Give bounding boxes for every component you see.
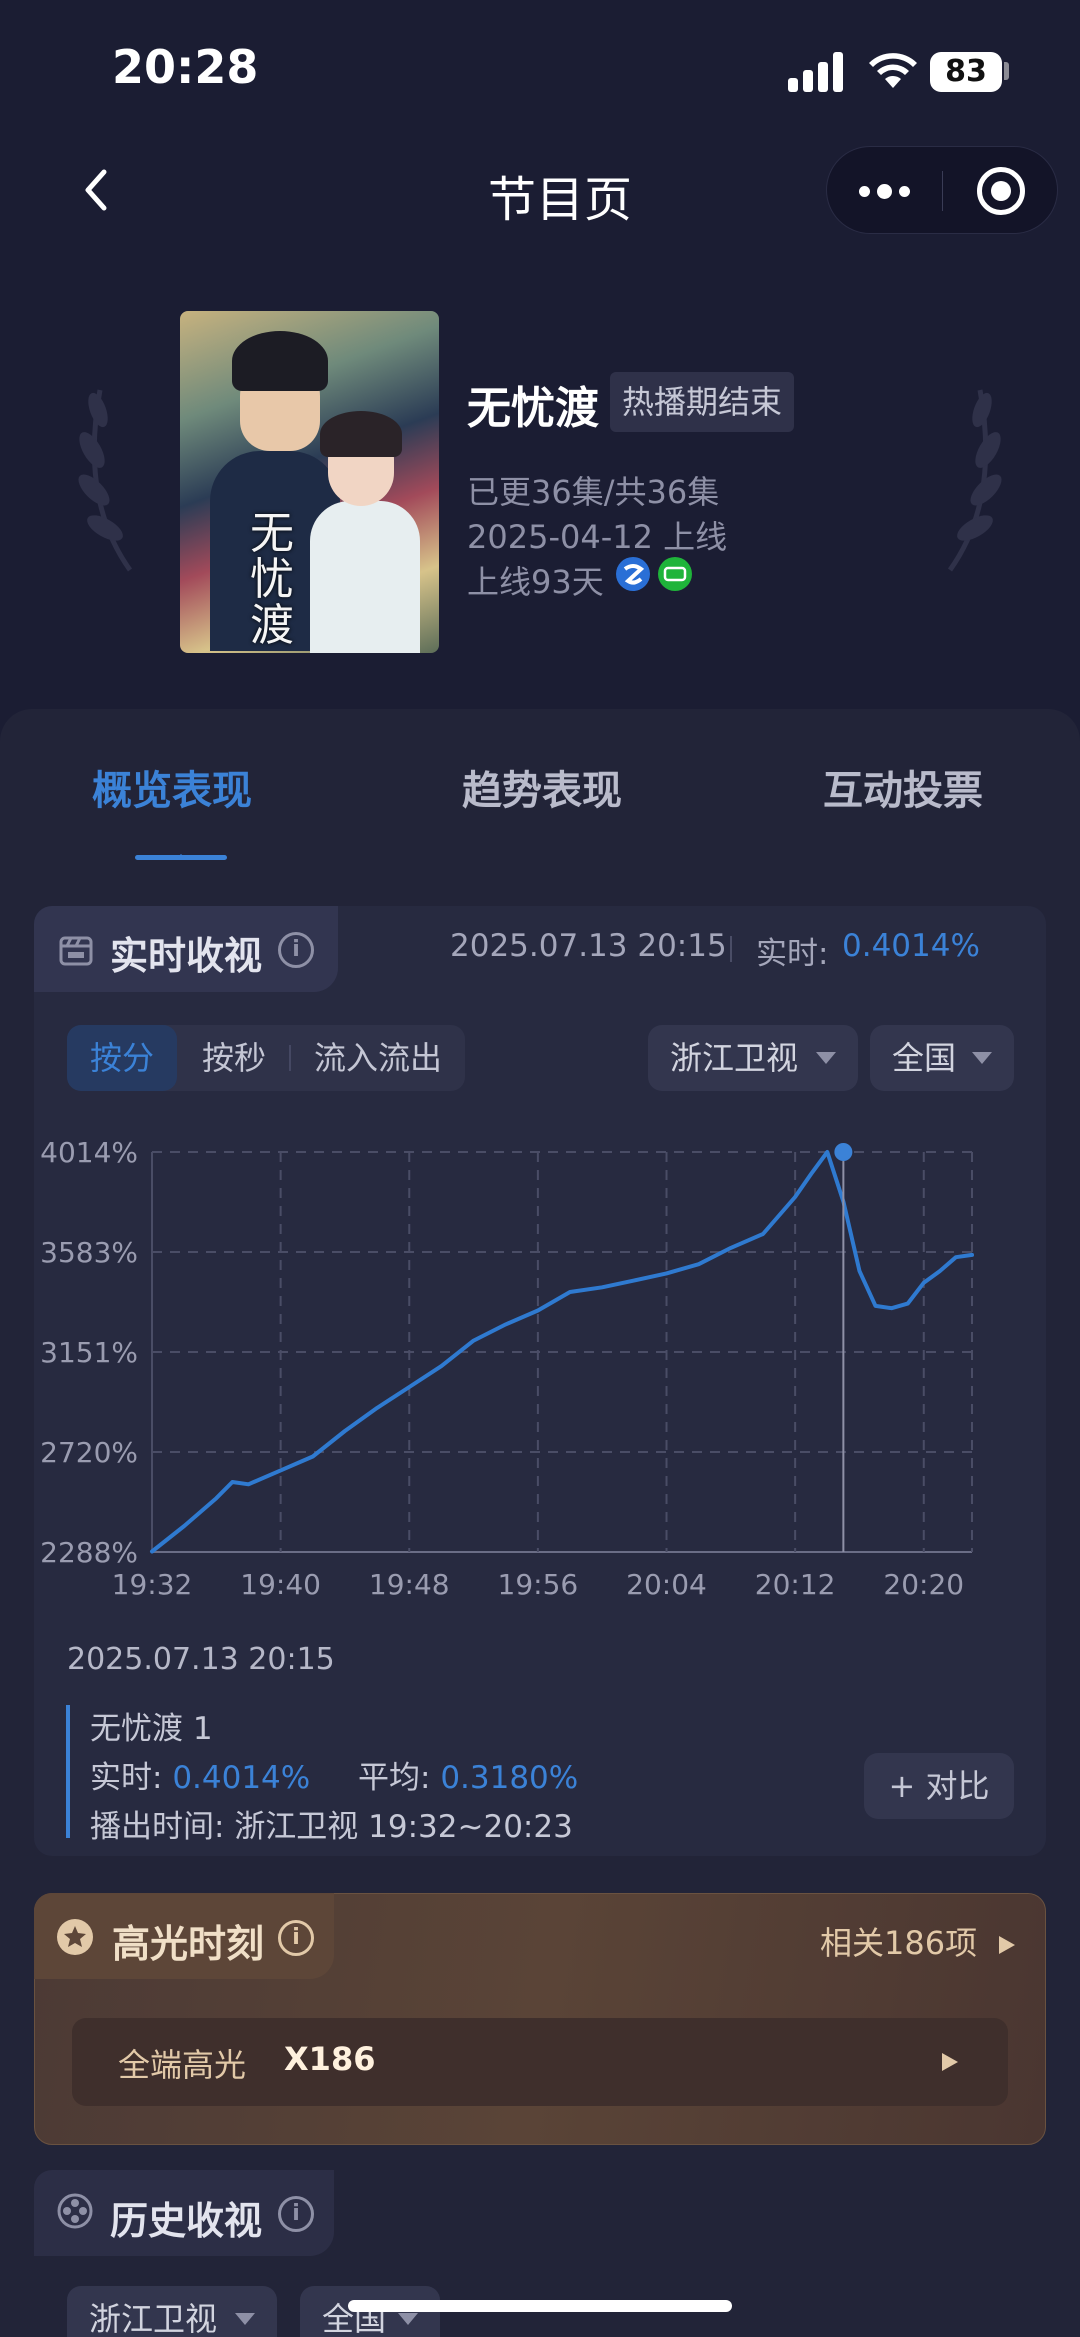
show-title: 无忧渡 <box>467 383 599 434</box>
battery-icon: 83 <box>930 52 1002 92</box>
tab-overview[interactable]: 概览表现 <box>92 758 252 816</box>
tab-trend[interactable]: 趋势表现 <box>462 758 622 816</box>
highlight-row-count: X186 <box>284 2040 376 2078</box>
highlight-title: 高光时刻 <box>112 1922 265 1966</box>
wifi-icon <box>869 53 917 88</box>
realtime-title: 实时收视 <box>110 934 263 978</box>
compare-button[interactable]: + 对比 <box>864 1753 1014 1819</box>
highlight-related-count: 相关186项 <box>820 1924 978 1962</box>
laurel-right-icon <box>947 389 1002 572</box>
air-date: 2025-04-12 上线 <box>467 518 728 556</box>
x-tick-label: 19:40 <box>240 1568 321 1601</box>
detail-average-value: 0.3180% <box>440 1760 579 1796</box>
realtime-label: 实时: <box>756 936 829 972</box>
days-online: 上线93天 <box>467 563 604 601</box>
tab-indicator <box>135 854 227 860</box>
chevron-down-icon <box>972 1052 992 1064</box>
chevron-down-icon <box>235 2313 255 2325</box>
highlight-related-link[interactable]: 相关186项 <box>820 1918 1017 1964</box>
detail-timestamp: 2025.07.13 20:15 <box>67 1642 335 1677</box>
play-arrow-icon <box>999 1936 1016 1954</box>
divider <box>730 936 732 962</box>
more-menu-icon[interactable] <box>827 147 942 235</box>
info-icon[interactable]: i <box>278 1920 314 1956</box>
segment-flow[interactable]: 流入流出 <box>291 1025 465 1091</box>
x-tick-label: 19:56 <box>498 1568 579 1601</box>
detail-average-label: 平均: <box>358 1760 431 1796</box>
history-channel-value: 浙江卫视 <box>89 2300 218 2337</box>
region-dropdown-value: 全国 <box>892 1039 957 1077</box>
highlight-row-label: 全端高光 <box>118 2046 247 2084</box>
granularity-segmented-control: 按分 按秒 流入流出 <box>67 1025 465 1091</box>
detail-airtime-label: 播出时间: <box>90 1809 225 1845</box>
x-tick-label: 19:32 <box>112 1568 193 1601</box>
tv-icon <box>59 936 93 966</box>
episode-count: 已更36集/共36集 <box>467 473 720 511</box>
history-channel-dropdown[interactable]: 浙江卫视 <box>67 2286 277 2337</box>
realtime-timestamp: 2025.07.13 20:15 <box>450 928 727 964</box>
x-tick-label: 20:20 <box>883 1568 964 1601</box>
segment-by-second[interactable]: 按秒 <box>177 1025 291 1091</box>
detail-realtime-value: 0.4014% <box>172 1760 311 1796</box>
status-bar: 20:28 83 <box>0 0 1080 140</box>
battery-tip <box>1004 62 1009 80</box>
home-indicator <box>348 2300 732 2312</box>
segment-by-minute[interactable]: 按分 <box>67 1025 177 1091</box>
y-tick-label: 0.3583% <box>40 1236 138 1269</box>
channel-dropdown-value: 浙江卫视 <box>670 1039 799 1077</box>
y-tick-label: 0.2720% <box>40 1436 138 1469</box>
history-title: 历史收视 <box>110 2199 263 2243</box>
chevron-down-icon <box>816 1052 836 1064</box>
play-arrow-icon[interactable] <box>938 2050 960 2074</box>
cellular-signal-icon <box>788 52 844 92</box>
detail-airtime-row: 播出时间: 浙江卫视 19:32~20:23 <box>90 1801 573 1846</box>
episode-name: 无忧渡 1 <box>90 1711 213 1747</box>
x-tick-label: 20:12 <box>755 1568 836 1601</box>
y-tick-label: 0.4014% <box>40 1136 138 1169</box>
close-target-icon[interactable] <box>977 167 1025 215</box>
star-badge-icon <box>57 1919 93 1955</box>
detail-realtime-row: 实时: 0.4014% <box>90 1752 310 1797</box>
detail-average-row: 平均: 0.3180% <box>358 1752 578 1797</box>
y-tick-label: 0.3151% <box>40 1336 138 1369</box>
marker-dot <box>834 1143 853 1161</box>
chevron-down-icon <box>398 2313 418 2325</box>
info-icon[interactable]: i <box>278 2196 314 2232</box>
detail-airtime-value: 浙江卫视 19:32~20:23 <box>234 1809 573 1845</box>
poster-title: 无忧渡 <box>250 508 294 651</box>
laurel-left-icon <box>78 389 133 572</box>
mini-program-capsule <box>826 146 1058 234</box>
channel-dropdown[interactable]: 浙江卫视 <box>648 1025 858 1091</box>
ratings-line-chart[interactable]: 0.4014% 0.3583% 0.3151% 0.2720% 0.2288% 19:3… <box>40 1120 1000 1620</box>
show-poster[interactable]: 无忧渡 <box>180 311 439 653</box>
y-tick-label: 0.2288% <box>40 1536 138 1569</box>
info-icon[interactable]: i <box>278 932 314 968</box>
x-tick-label: 20:04 <box>626 1568 707 1601</box>
x-tick-label: 19:48 <box>369 1568 450 1601</box>
iqiyi-logo-icon <box>658 557 692 591</box>
status-badge: 热播期结束 <box>610 372 795 432</box>
status-time: 20:28 <box>112 40 259 94</box>
tab-vote[interactable]: 互动投票 <box>823 758 983 816</box>
region-dropdown[interactable]: 全国 <box>870 1025 1014 1091</box>
film-reel-icon <box>57 2193 93 2229</box>
zhejiang-tv-logo-icon <box>616 557 650 591</box>
realtime-value: 0.4014% <box>842 928 980 964</box>
detail-accent-bar <box>66 1705 70 1838</box>
detail-realtime-label: 实时: <box>90 1760 163 1796</box>
series-line <box>150 1150 974 1554</box>
